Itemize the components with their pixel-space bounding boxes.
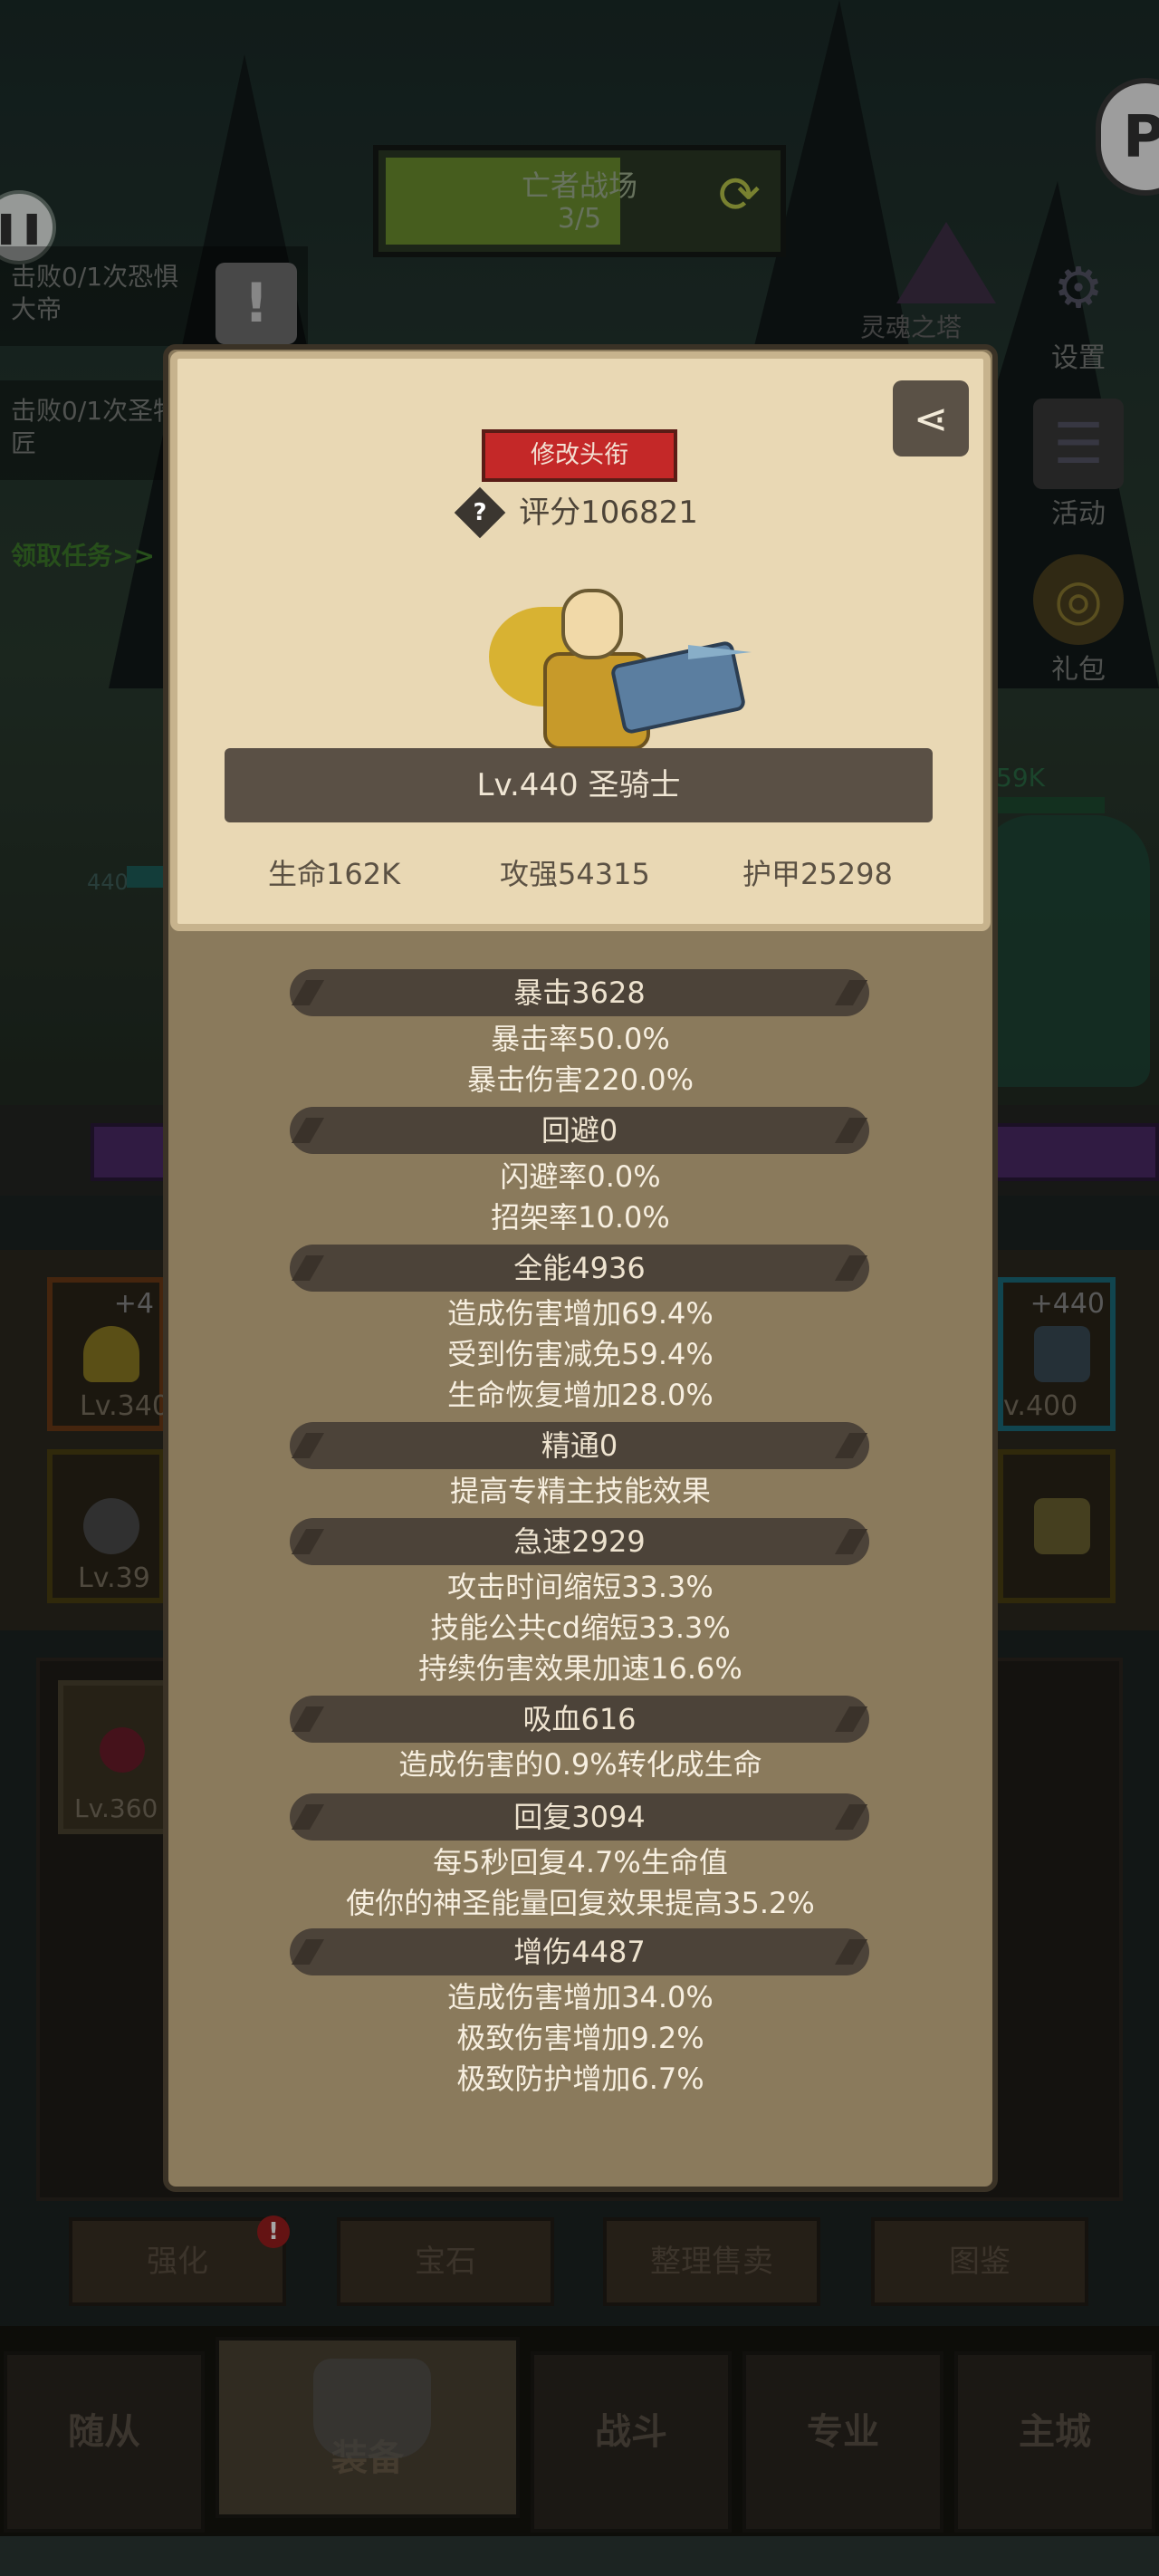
stat-detail: 攻击时间缩短33.3% (447, 1570, 714, 1604)
stat-detail: 提高专精主技能效果 (449, 1474, 711, 1508)
stat-detail: 闪避率0.0% (500, 1159, 661, 1194)
hero-name-bar: Lv.440 圣骑士 (225, 748, 933, 822)
stat-detail: 每5秒回复4.7%生命值 (433, 1845, 728, 1879)
score-value: 评分106821 (519, 495, 698, 531)
armor-stat: 护甲25298 (742, 857, 893, 891)
stat-detail: 造成伤害增加69.4% (447, 1296, 714, 1331)
share-icon[interactable]: ⋖ (893, 380, 969, 457)
stat-detail: 造成伤害的0.9%转化成生命 (398, 1747, 762, 1782)
stat-section-header: 暴击3628 (290, 969, 869, 1016)
change-title-button[interactable]: 修改头衔 (482, 429, 677, 482)
stat-detail: 造成伤害增加34.0% (447, 1980, 714, 2014)
stat-detail: 持续伤害效果加速16.6% (418, 1651, 742, 1686)
stat-section-header: 吸血616 (290, 1696, 869, 1743)
stat-section-header: 回复3094 (290, 1793, 869, 1841)
stat-detail: 受到伤害减免59.4% (447, 1337, 714, 1371)
score-row: ? 评分106821 (454, 486, 698, 539)
stat-detail: 暴击伤害220.0% (466, 1062, 694, 1097)
stat-detail: 招架率10.0% (491, 1200, 670, 1235)
stat-section-header: 增伤4487 (290, 1928, 869, 1975)
stat-section-header: 回避0 (290, 1107, 869, 1154)
stat-detail: 暴击率50.0% (491, 1022, 670, 1056)
question-diamond-icon[interactable]: ? (454, 486, 506, 539)
stat-detail: 技能公共cd缩短33.3% (430, 1610, 731, 1645)
stat-detail: 极致防护增加6.7% (456, 2062, 704, 2096)
stat-section-header: 全能4936 (290, 1245, 869, 1292)
paladin-character-sprite (480, 580, 752, 770)
hp-stat: 生命162K (268, 857, 401, 891)
stat-detail: 生命恢复增加28.0% (447, 1378, 714, 1412)
stat-detail: 使你的神圣能量回复效果提高35.2% (346, 1886, 815, 1920)
stat-section-header: 急速2929 (290, 1518, 869, 1565)
stat-detail: 极致伤害增加9.2% (456, 2021, 704, 2055)
stat-section-header: 精通0 (290, 1422, 869, 1469)
attack-stat: 攻强54315 (500, 857, 650, 891)
